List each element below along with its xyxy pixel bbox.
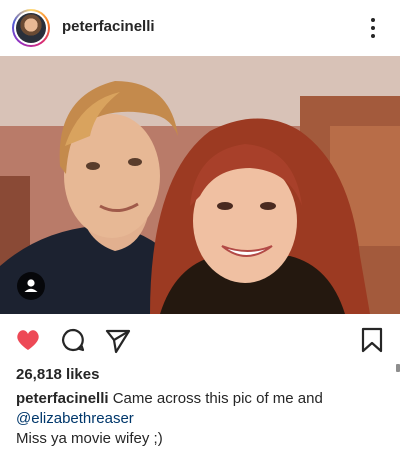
story-avatar[interactable] (12, 9, 50, 47)
tag-button[interactable] (17, 272, 45, 300)
avatar-image (16, 13, 46, 43)
more-dot (371, 34, 375, 38)
caption-text: Came across this pic of me and (112, 390, 323, 407)
photo-illustration (0, 56, 400, 314)
post-header: peterfacinelli (0, 0, 400, 56)
scrollbar[interactable] (396, 364, 400, 372)
bookmark-icon[interactable] (358, 326, 386, 354)
more-dot (371, 18, 375, 22)
comment-icon[interactable] (59, 326, 87, 354)
person-icon (24, 279, 38, 292)
post-username[interactable]: peterfacinelli (62, 18, 155, 35)
more-icon[interactable] (362, 14, 384, 42)
heart-icon[interactable] (14, 326, 42, 354)
post-photo[interactable] (0, 56, 400, 314)
post-actions (0, 320, 400, 360)
caption-username[interactable]: peterfacinelli (16, 390, 109, 407)
caption-text-line2: Miss ya movie wifey ;) (16, 430, 163, 447)
like-count[interactable]: 26,818 likes (16, 366, 99, 383)
post-caption: peterfacinelli Came across this pic of m… (16, 389, 386, 449)
more-dot (371, 26, 375, 30)
mention-link[interactable]: @elizabethreaser (16, 410, 134, 427)
avatar (14, 11, 48, 45)
send-icon[interactable] (104, 326, 132, 354)
